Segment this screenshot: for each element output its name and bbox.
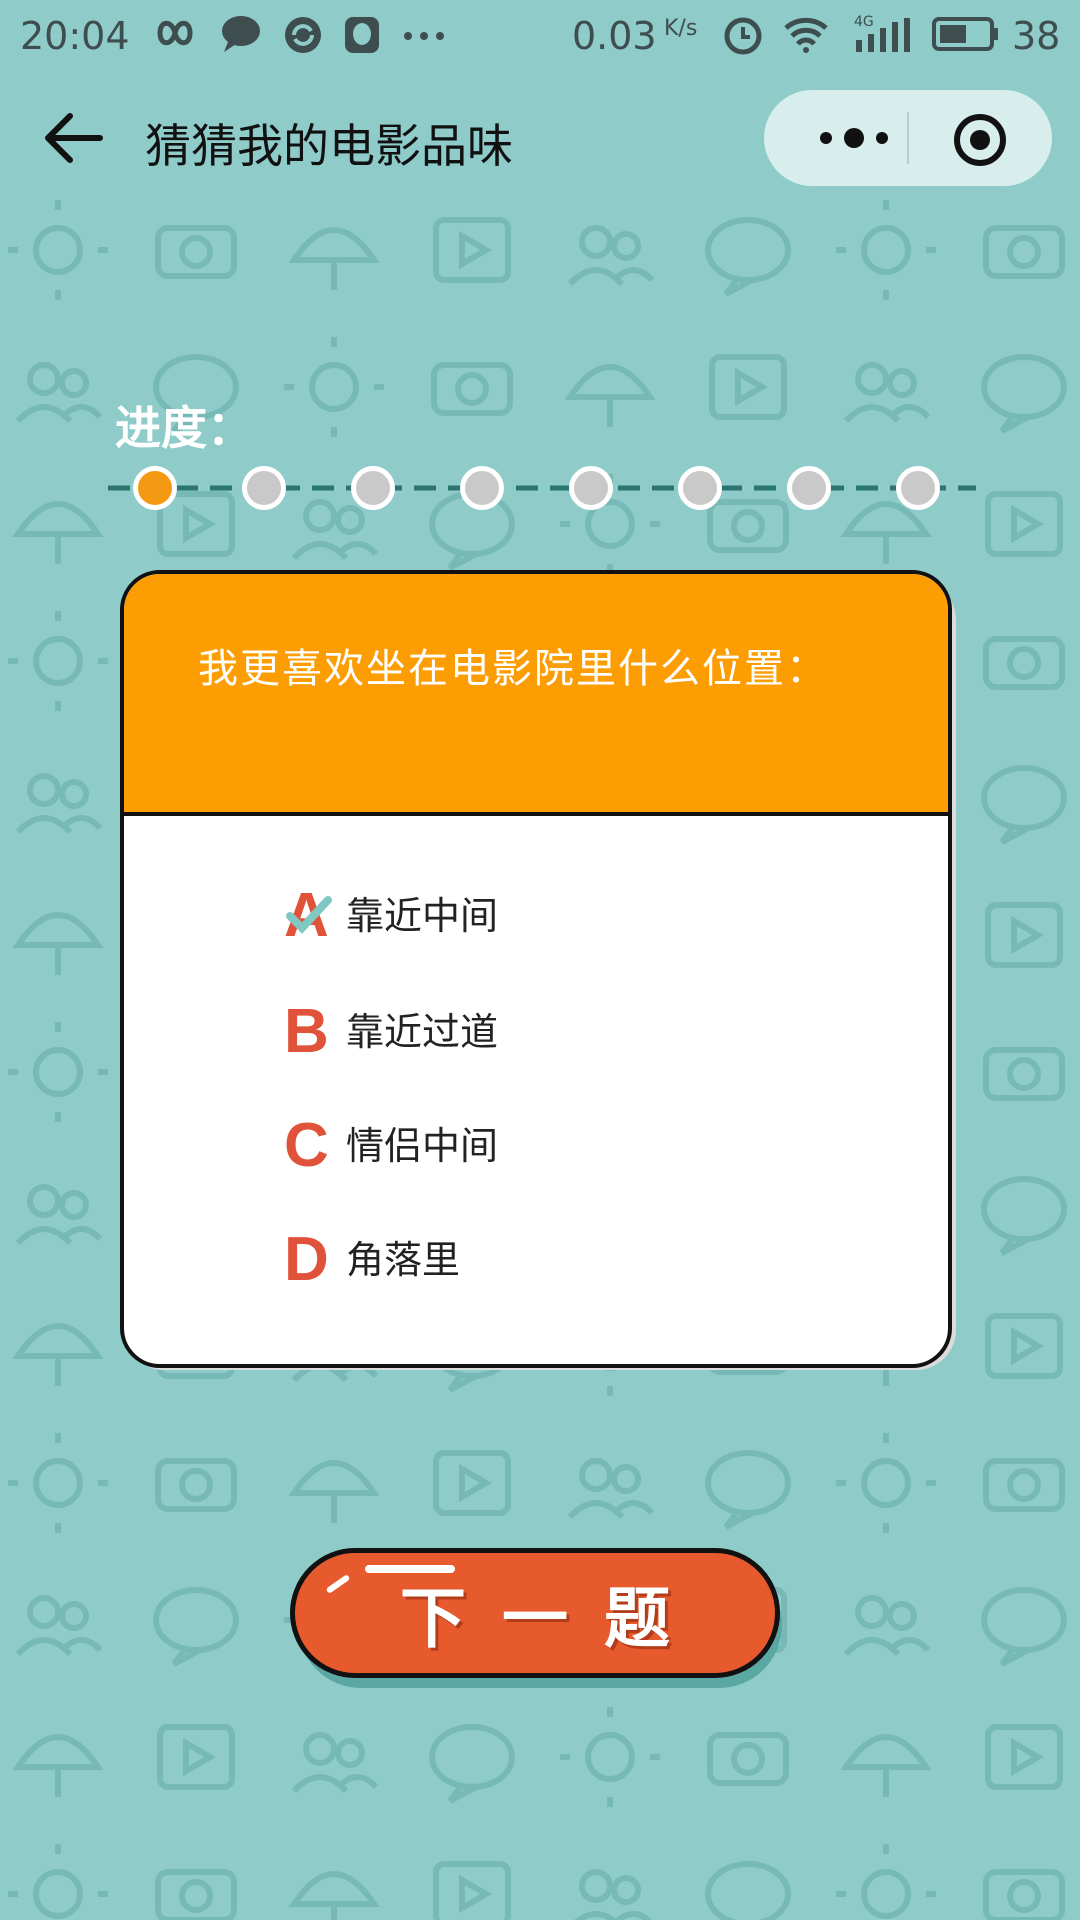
net-unit: K/s [664,16,698,41]
next-question-label: 下一题 [400,1580,706,1657]
more-dots-icon[interactable] [804,112,904,164]
option-a[interactable]: A 靠近中间 [284,885,784,947]
page-title: 猜猜我的电影品味 [145,119,513,173]
qq-icon [345,17,379,53]
check-icon [286,896,332,934]
progress-step [787,466,831,510]
status-bar: 20:04 0.03 K/s 4G 38 [0,0,1080,78]
target-circle-icon[interactable] [952,112,1008,168]
question-text: 我更喜欢坐在电影院里什么位置： [198,646,828,692]
battery-icon [932,17,998,51]
progress-step [460,466,504,510]
navigation-bar: 猜猜我的电影品味 [0,78,1080,198]
capsule-divider [907,112,909,164]
question-card: 我更喜欢坐在电影院里什么位置： A 靠近中间 B 靠近过道 C 情侣中间 D 角… [120,570,952,1368]
progress-step [133,466,177,510]
progress-step [351,466,395,510]
wifi-icon [784,17,828,53]
net-speed: 0.03 [572,14,657,58]
alarm-icon [724,17,762,55]
arrow-left-icon[interactable] [40,108,110,168]
question-header: 我更喜欢坐在电影院里什么位置： [124,574,948,816]
progress-step [569,466,613,510]
option-b[interactable]: B 靠近过道 [284,997,784,1066]
chat-bubble-icon [222,16,260,52]
option-text: 靠近过道 [346,1010,499,1054]
sync-icon [285,17,321,53]
option-text: 情侣中间 [346,1124,499,1168]
progress-track [108,485,976,491]
option-text: 靠近中间 [346,894,499,938]
status-time: 20:04 [20,14,130,58]
progress-step [678,466,722,510]
mini-program-capsule [764,90,1052,186]
option-letter: D [284,1225,329,1294]
option-d[interactable]: D 角落里 [284,1225,784,1294]
option-text: 角落里 [346,1238,461,1282]
next-question-button[interactable]: 下一题 [290,1548,780,1678]
option-letter: C [284,1111,329,1180]
progress-step [896,466,940,510]
battery-level: 38 [1012,14,1061,58]
more-dots-icon [404,32,444,40]
progress-label: 进度： [115,401,253,455]
signal-icon [856,18,910,52]
progress-step [242,466,286,510]
option-c[interactable]: C 情侣中间 [284,1111,784,1180]
infinity-icon [157,20,193,46]
option-letter: B [284,997,329,1066]
